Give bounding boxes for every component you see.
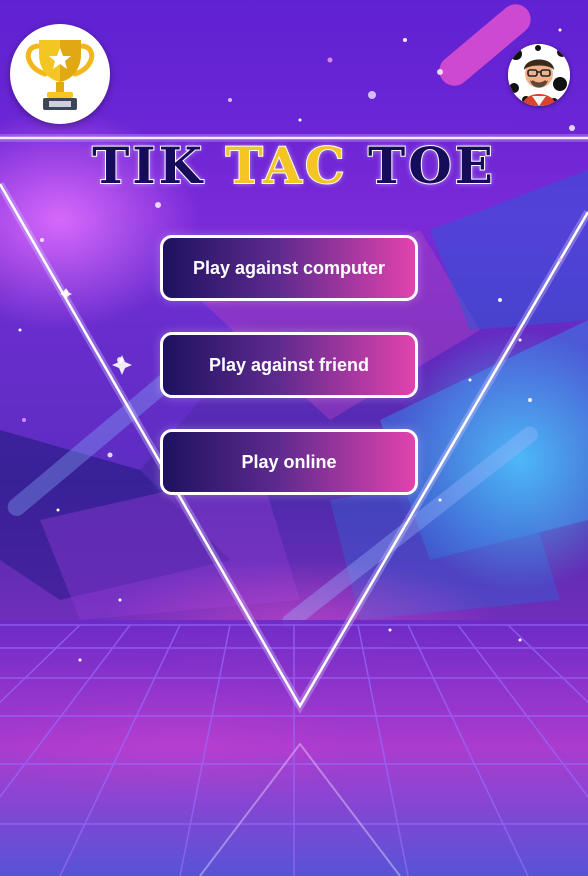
trophy-icon — [25, 40, 95, 110]
title-word-3: TOE — [367, 135, 496, 196]
game-screen: TIK TAC TOE Play against computer Play a… — [0, 0, 588, 876]
title-word-2: TAC — [225, 135, 348, 196]
leaderboard-button[interactable] — [10, 24, 110, 124]
play-vs-computer-label: Play against computer — [192, 257, 386, 278]
play-vs-friend-button[interactable]: Play against friend — [160, 332, 418, 398]
play-vs-computer-button[interactable]: Play against computer — [160, 235, 418, 301]
play-vs-friend-label: Play against friend — [208, 354, 370, 375]
title-word-1: TIK — [91, 135, 206, 196]
play-online-label: Play online — [241, 451, 337, 472]
play-online-button[interactable]: Play online — [160, 429, 418, 495]
avatar-icon — [508, 44, 570, 106]
game-title: TIK TAC TOE — [0, 135, 588, 196]
player-avatar[interactable] — [508, 44, 570, 106]
